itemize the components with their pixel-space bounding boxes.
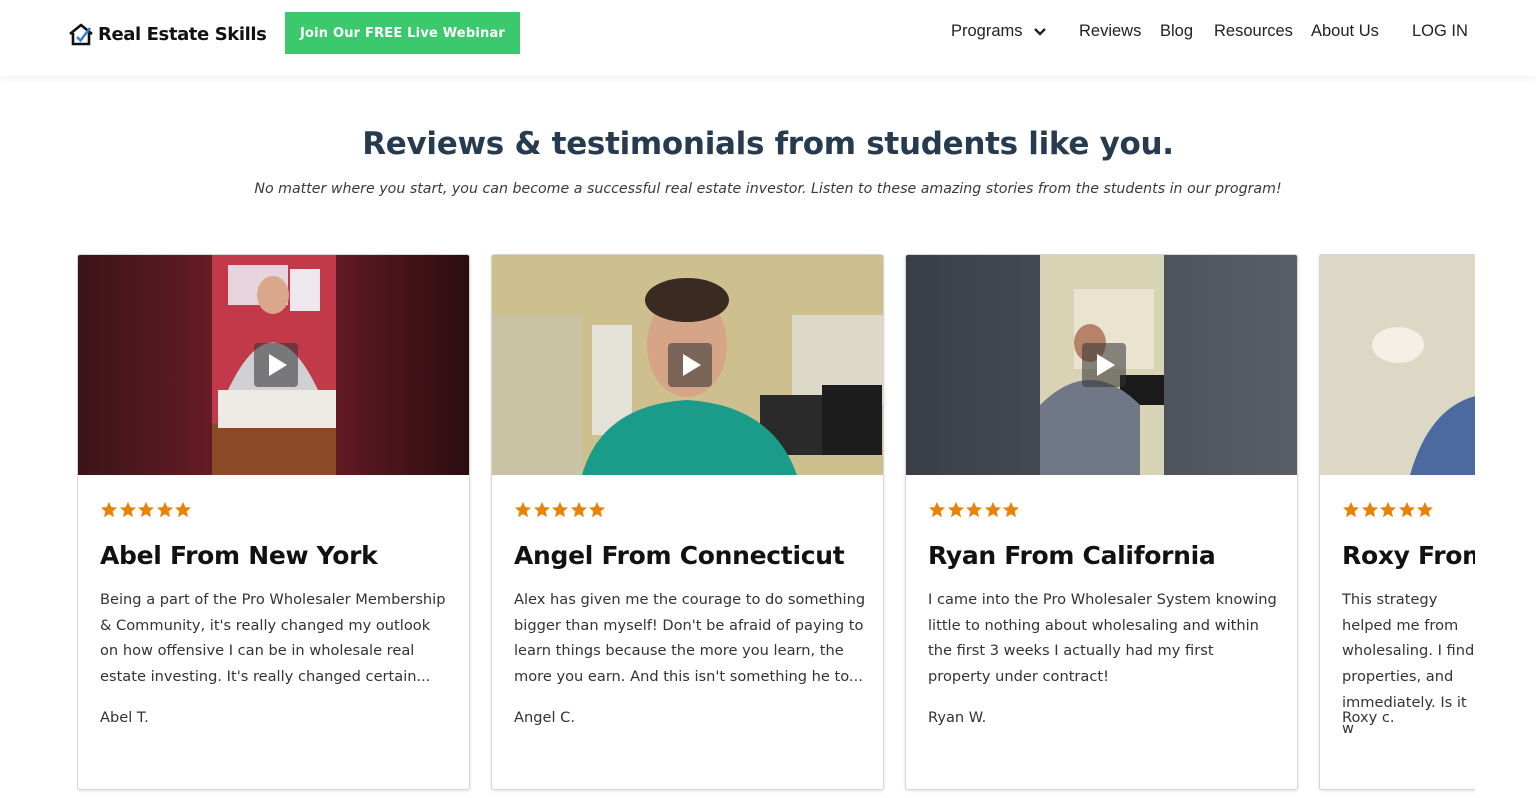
star-icon	[588, 501, 606, 518]
review-title: Roxy From	[1342, 541, 1475, 570]
review-card: Ryan From California I came into the Pro…	[905, 254, 1298, 790]
review-text: I came into the Pro Wholesaler System kn…	[928, 591, 1277, 686]
star-icon	[514, 501, 532, 518]
star-icon	[1398, 501, 1415, 518]
review-title: Ryan From California	[928, 541, 1216, 570]
star-icon	[1002, 501, 1020, 518]
star-icon	[1416, 501, 1434, 518]
star-icon	[947, 501, 964, 518]
review-title: Abel From New York	[100, 541, 378, 570]
nav-about-us[interactable]: About Us	[1311, 22, 1379, 41]
star-icon	[984, 501, 1001, 518]
star-icon	[965, 501, 983, 518]
star-icon	[174, 501, 192, 518]
star-rating	[100, 501, 193, 519]
play-icon[interactable]	[668, 343, 712, 387]
video-frame-image	[1320, 255, 1475, 475]
section-title: Reviews & testimonials from students lik…	[362, 126, 1174, 162]
video-thumbnail[interactable]	[1320, 255, 1475, 475]
review-author: Abel T.	[100, 709, 149, 726]
review-title: Angel From Connecticut	[514, 541, 845, 570]
nav-log-in[interactable]: LOG IN	[1412, 22, 1468, 41]
star-icon	[100, 501, 118, 518]
review-card: Abel From New York Being a part of the P…	[77, 254, 470, 790]
play-icon[interactable]	[254, 343, 298, 387]
star-icon	[533, 501, 550, 518]
house-logo-icon	[69, 23, 93, 46]
chevron-down-icon	[1033, 27, 1046, 36]
video-thumbnail[interactable]	[906, 255, 1297, 475]
star-rating	[928, 501, 1021, 519]
nav-resources[interactable]: Resources	[1214, 22, 1293, 41]
star-icon	[1361, 501, 1378, 518]
review-author: Ryan W.	[928, 709, 987, 726]
star-icon	[137, 501, 155, 518]
star-icon	[570, 501, 587, 518]
star-icon	[928, 501, 946, 518]
play-icon[interactable]	[1082, 343, 1126, 387]
nav-reviews[interactable]: Reviews	[1079, 22, 1141, 41]
star-icon	[1342, 501, 1360, 518]
star-rating	[1342, 501, 1435, 519]
section-subtitle: No matter where you start, you can becom…	[254, 181, 1282, 197]
star-icon	[119, 501, 136, 518]
webinar-button[interactable]: Join Our FREE Live Webinar	[285, 12, 520, 54]
review-author: Angel C.	[514, 709, 575, 726]
star-icon	[551, 501, 569, 518]
site-header: Real Estate Skills Join Our FREE Live We…	[0, 0, 1536, 76]
nav-programs-label: Programs	[951, 22, 1023, 40]
nav-programs[interactable]: Programs	[951, 22, 1047, 41]
logo-text: Real Estate Skills	[98, 23, 267, 45]
video-thumbnail[interactable]	[492, 255, 883, 475]
review-card: Roxy From This strategy helped me from w…	[1319, 254, 1475, 790]
video-thumbnail[interactable]	[78, 255, 469, 475]
review-text: Alex has given me the courage to do some…	[514, 591, 866, 686]
review-author: Roxy c.	[1342, 709, 1395, 726]
logo[interactable]: Real Estate Skills	[68, 20, 267, 48]
star-icon	[1379, 501, 1397, 518]
star-rating	[514, 501, 607, 519]
nav-blog[interactable]: Blog	[1160, 22, 1193, 41]
reviews-carousel: Abel From New York Being a part of the P…	[77, 254, 1475, 798]
review-text: Being a part of the Pro Wholesaler Membe…	[100, 591, 446, 686]
review-card: Angel From Connecticut Alex has given me…	[491, 254, 884, 790]
star-icon	[156, 501, 173, 518]
